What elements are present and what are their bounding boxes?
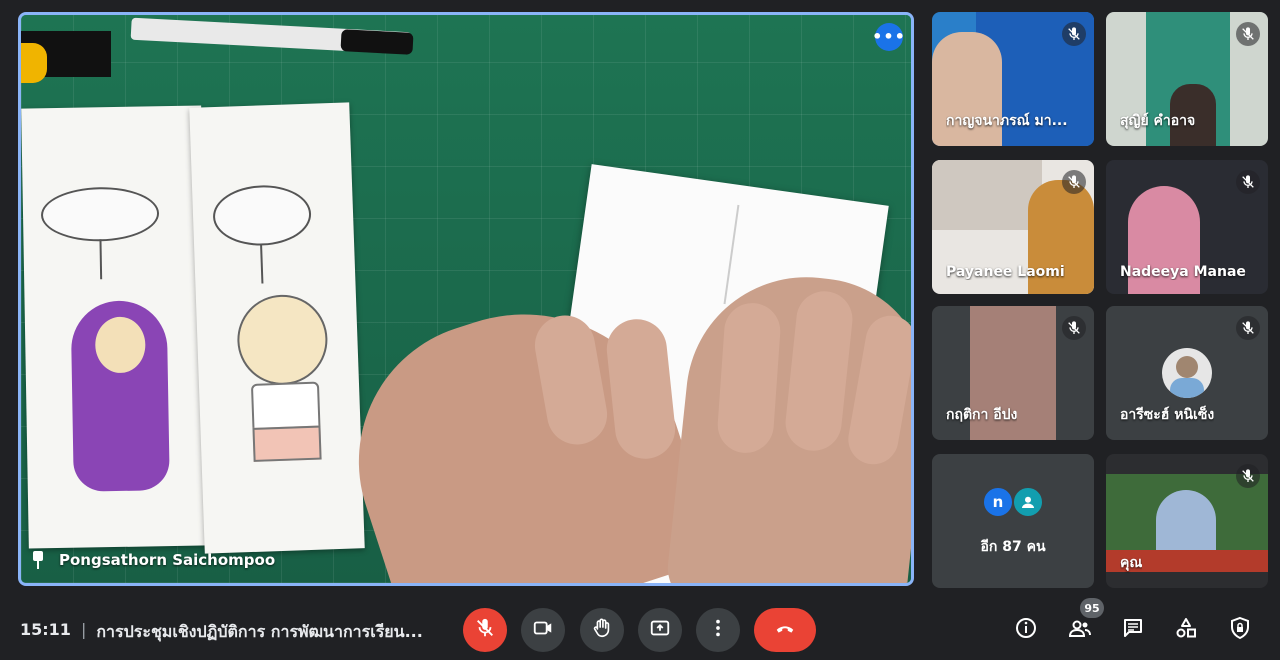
participant-name: คุณ <box>1120 555 1143 571</box>
boy-face <box>235 293 329 387</box>
participant-tile[interactable]: สุญิย์ คำอาจ <box>1106 12 1268 146</box>
speech-bubble <box>212 183 313 248</box>
mic-off-icon <box>1062 22 1086 46</box>
participant-tile[interactable]: กฤติกา อีปง <box>932 306 1094 440</box>
participant-tile[interactable]: Payanee Laomi <box>932 160 1094 294</box>
leave-call-button[interactable] <box>754 608 816 652</box>
marker-cap <box>340 29 414 55</box>
pin-icon[interactable] <box>31 551 45 569</box>
mic-off-icon <box>1236 316 1260 340</box>
paper-card-boy <box>189 102 365 554</box>
more-participants-avatars: n <box>932 486 1094 518</box>
finger <box>715 301 783 455</box>
meeting-info: 15:11 | การประชุมเชิงปฏิบัติการ การพัฒนา… <box>20 620 423 645</box>
call-end-icon <box>774 617 796 643</box>
videocam-icon <box>532 617 554 643</box>
present-screen-button[interactable] <box>638 608 682 652</box>
participant-name: สุญิย์ คำอาจ <box>1120 113 1196 129</box>
meeting-details-button[interactable] <box>1012 616 1040 644</box>
self-view-tile[interactable]: คุณ <box>1106 454 1268 588</box>
presenter-name: Pongsathorn Saichompoo <box>59 551 276 569</box>
activities-button[interactable] <box>1172 616 1200 644</box>
more-vert-icon <box>707 617 729 643</box>
activities-icon <box>1174 616 1198 644</box>
bubble-stick <box>99 239 103 280</box>
speech-bubble <box>40 186 160 243</box>
mic-off-icon <box>1236 170 1260 194</box>
meeting-stage: ••• Pongsathorn Saichompoo กาญจนาภรณ์ มา… <box>0 0 1280 600</box>
person-icon <box>1012 486 1044 518</box>
people-count-badge: 95 <box>1080 598 1104 618</box>
meeting-time: 15:11 <box>20 620 71 639</box>
host-controls-button[interactable] <box>1226 616 1254 644</box>
participant-tile[interactable]: อารีซะฮ์ หนิเซ็ง <box>1106 306 1268 440</box>
participant-name: Payanee Laomi <box>946 264 1065 280</box>
info-icon <box>1014 616 1038 644</box>
participant-name: Nadeeya Manae <box>1120 264 1246 280</box>
mic-off-icon <box>474 617 496 643</box>
more-participants-label: อีก 87 คน <box>980 539 1046 555</box>
camera-toggle-button[interactable] <box>521 608 565 652</box>
participant-tile[interactable]: Nadeeya Manae <box>1106 160 1268 294</box>
presenter-name-label: Pongsathorn Saichompoo <box>31 551 275 569</box>
chat-button[interactable] <box>1119 616 1147 644</box>
participant-name: กฤติกา อีปง <box>946 407 1018 423</box>
mic-toggle-button[interactable] <box>463 608 507 652</box>
meeting-info-separator: | <box>80 620 87 639</box>
avatar <box>1162 348 1212 398</box>
window-grille <box>932 160 1042 230</box>
participant-tile[interactable]: กาญจนาภรณ์ มา... <box>932 12 1094 146</box>
presenter-tile[interactable]: ••• Pongsathorn Saichompoo <box>18 12 914 586</box>
chat-icon <box>1121 616 1145 644</box>
raise-hand-button[interactable] <box>580 608 624 652</box>
present-screen-icon <box>649 617 671 643</box>
avatar: n <box>982 486 1014 518</box>
participant-name: กาญจนาภรณ์ มา... <box>946 113 1068 129</box>
mic-off-icon <box>1236 22 1260 46</box>
meeting-title: การประชุมเชิงปฏิบัติการ การพัฒนาการเรียน… <box>96 622 423 641</box>
people-icon <box>1068 616 1092 644</box>
people-button[interactable] <box>1066 616 1094 644</box>
shield-lock-icon <box>1228 616 1252 644</box>
boy-pants <box>252 425 322 462</box>
mic-off-icon <box>1062 170 1086 194</box>
raise-hand-icon <box>591 617 613 643</box>
bubble-stick <box>260 243 264 284</box>
tape-label <box>21 43 47 83</box>
paper-fold-line <box>723 204 740 305</box>
more-horiz-icon[interactable]: ••• <box>872 23 905 51</box>
paper-card-hijab <box>21 105 209 549</box>
participant-name: อารีซะฮ์ หนิเซ็ง <box>1120 407 1215 423</box>
mic-off-icon <box>1236 464 1260 488</box>
more-participants-tile[interactable]: n อีก 87 คน <box>932 454 1094 588</box>
more-options-button[interactable] <box>696 608 740 652</box>
mic-off-icon <box>1062 316 1086 340</box>
